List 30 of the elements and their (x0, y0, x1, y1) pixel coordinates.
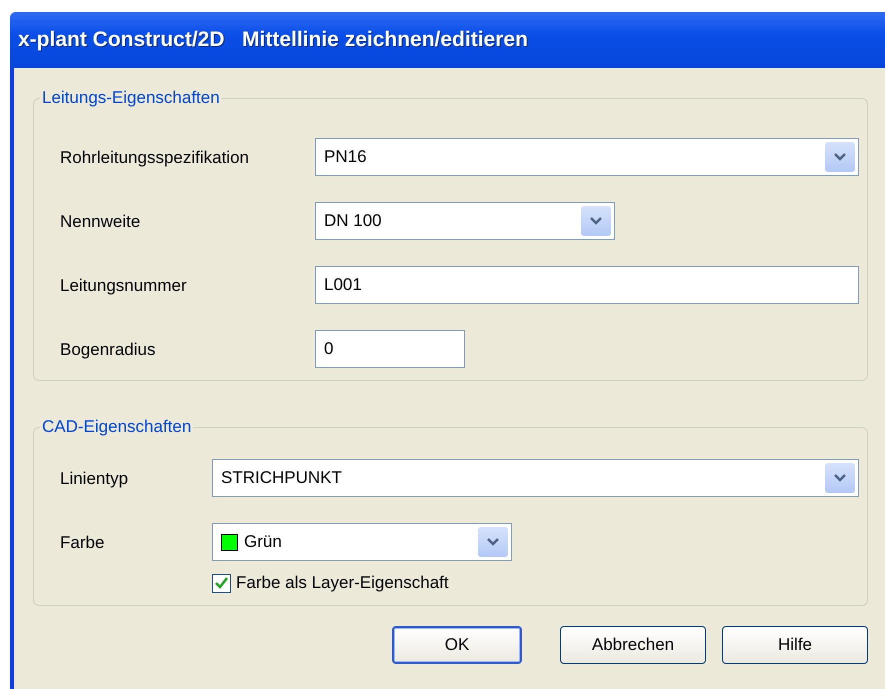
field-label: Linientyp (60, 468, 130, 489)
dropdown-button[interactable] (825, 463, 855, 493)
chevron-down-icon (833, 152, 847, 162)
layer-checkbox[interactable]: Farbe als Layer-Eigenschaft (212, 573, 512, 593)
dropdown[interactable]: PN16 (315, 138, 859, 176)
input-field[interactable]: L001 (315, 266, 859, 304)
chevron-down-icon (589, 216, 603, 226)
field-label: Bogenradius (60, 339, 156, 360)
dropdown[interactable]: DN 100 (315, 202, 615, 240)
window-title: x-plant Construct/2D Mittellinie zeichnen/editieren (18, 28, 528, 52)
dropdown-button[interactable] (478, 527, 508, 557)
dialog-button[interactable]: OK (392, 626, 522, 664)
dropdown[interactable]: Grün (212, 523, 512, 561)
checkbox[interactable] (212, 574, 231, 592)
group-title: CAD-Eigenschaften (41, 417, 192, 437)
dropdown-button[interactable] (581, 206, 611, 236)
dropdown-button[interactable] (825, 142, 855, 172)
checkmark-icon (215, 577, 228, 589)
field-label: Leitungsnummer (60, 275, 188, 296)
chevron-down-icon (833, 473, 847, 483)
chevron-down-icon (486, 537, 500, 547)
field-label: Nennweite (60, 211, 142, 232)
dropdown[interactable]: STRICHPUNKT (212, 459, 859, 497)
field-label: Farbe (60, 532, 106, 553)
checkbox-label: Farbe als Layer-Eigenschaft (236, 573, 449, 593)
field-label: Rohrleitungsspezifikation (60, 147, 250, 168)
group-title: Leitungs-Eigenschaften (41, 88, 221, 108)
dialog-button[interactable]: Hilfe (722, 626, 868, 664)
dialog-button[interactable]: Abbrechen (560, 626, 706, 664)
input-field[interactable]: 0 (315, 330, 465, 368)
